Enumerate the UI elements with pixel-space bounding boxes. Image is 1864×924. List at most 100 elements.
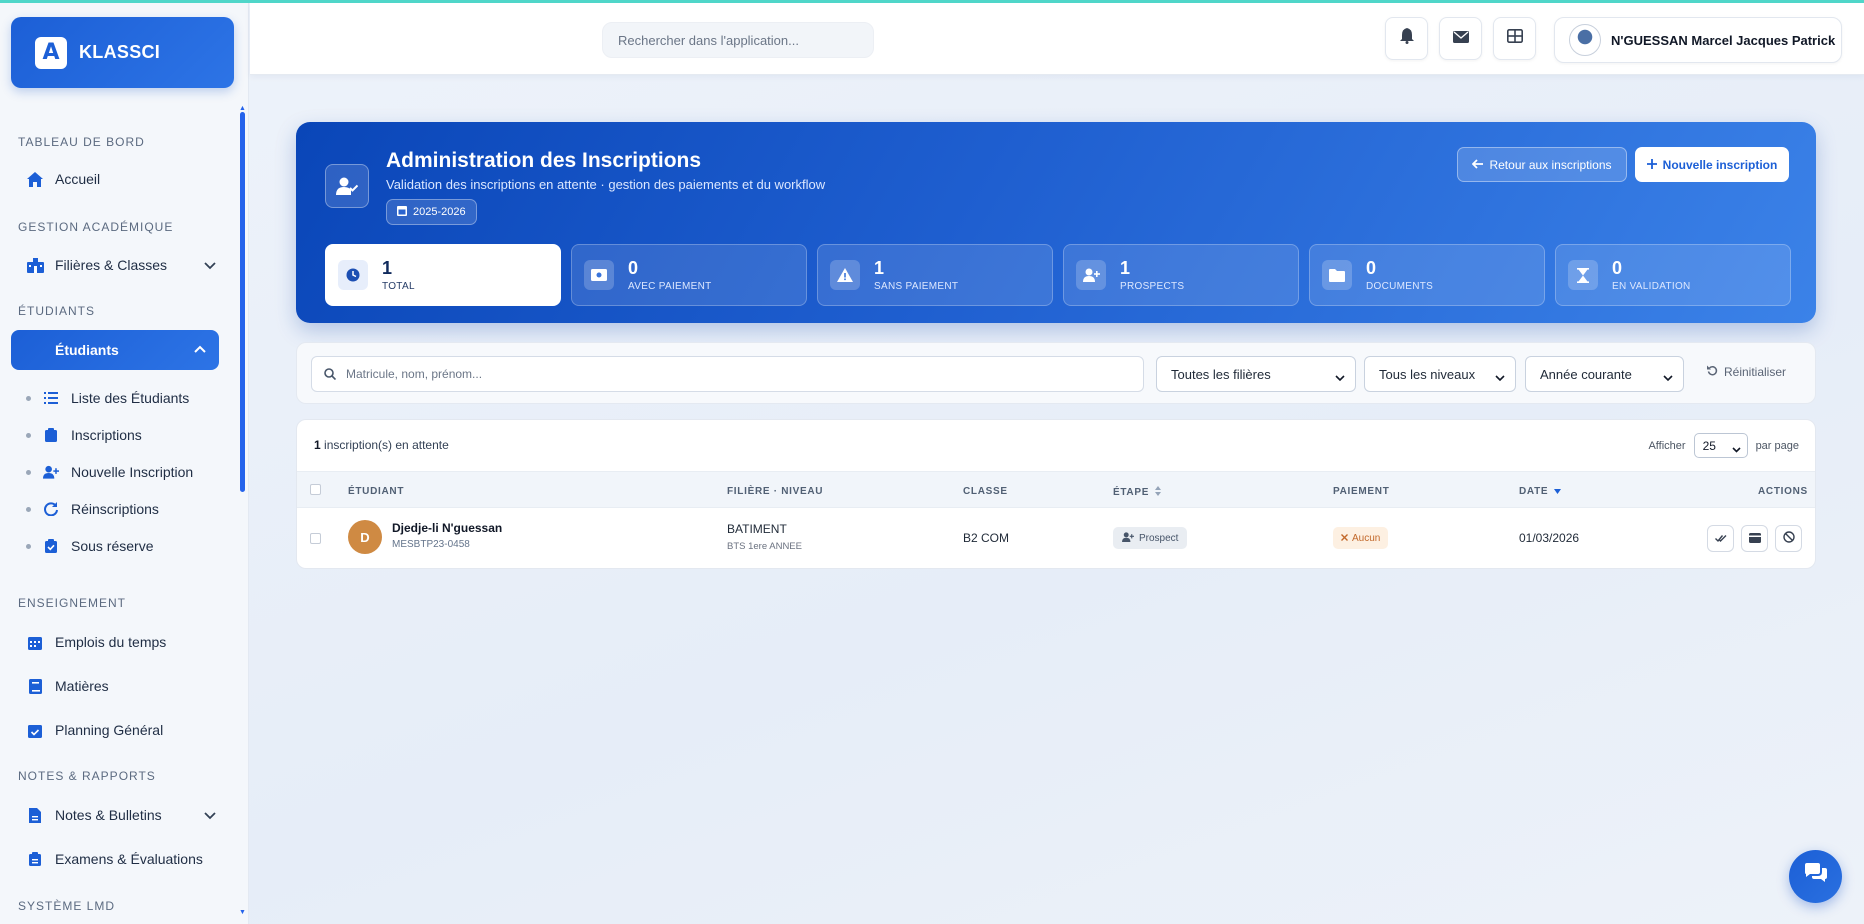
grid-icon: [1506, 29, 1523, 48]
sidebar-subitem-inscriptions[interactable]: Inscriptions: [26, 427, 142, 443]
filters-bar: Matricule, nom, prénom... Toutes les fil…: [296, 342, 1816, 404]
sidebar-subitem-label: Inscriptions: [71, 427, 142, 443]
stat-label: AVEC PAIEMENT: [628, 280, 712, 292]
sidebar-item-examens[interactable]: Examens & Évaluations: [26, 850, 216, 868]
back-button-label: Retour aux inscriptions: [1489, 157, 1612, 172]
stat-card-en-validation[interactable]: 0 EN VALIDATION: [1555, 244, 1791, 306]
etape-badge: Prospect: [1113, 527, 1188, 549]
niveau-select[interactable]: Tous les niveaux: [1364, 356, 1516, 392]
wallet-icon: [1748, 530, 1761, 548]
chevron-down-icon: [1335, 370, 1345, 385]
sidebar-item-label: Emplois du temps: [55, 634, 167, 650]
student-matricule: MESBTP23-0458: [392, 539, 470, 550]
sidebar-scrollbar[interactable]: [240, 112, 245, 492]
sidebar: A KLASSCI ▲ ▼ TABLEAU DE BORD Accueil GE…: [0, 0, 249, 924]
sidebar-item-emplois[interactable]: Emplois du temps: [26, 633, 216, 651]
x-icon: [1341, 533, 1348, 544]
reset-filters-button[interactable]: Réinitialiser: [1707, 365, 1786, 379]
student-name[interactable]: Djedje-li N'guessan: [392, 521, 502, 535]
top-header: Rechercher dans l'application... N'GUESS…: [250, 3, 1864, 75]
sidebar-subitem-liste[interactable]: Liste des Étudiants: [26, 390, 189, 406]
student-classe: B2 COM: [963, 531, 1010, 545]
row-checkbox[interactable]: [310, 533, 321, 544]
chat-button[interactable]: [1789, 850, 1842, 903]
arrow-left-icon: [1472, 158, 1484, 172]
annee-select[interactable]: Année courante: [1525, 356, 1684, 392]
stat-label: EN VALIDATION: [1612, 280, 1691, 292]
sort-desc-icon: [1554, 486, 1562, 497]
folder-icon: [1322, 260, 1352, 290]
section-title-academic: GESTION ACADÉMIQUE: [18, 220, 174, 234]
stat-card-documents[interactable]: 0 DOCUMENTS: [1309, 244, 1545, 306]
warning-icon: [830, 260, 860, 290]
global-search-input[interactable]: Rechercher dans l'application...: [602, 22, 874, 58]
table-header: ÉTUDIANT FILIÈRE · NIVEAU CLASSE ÉTAPE P…: [297, 471, 1815, 508]
sidebar-item-notes[interactable]: Notes & Bulletins: [26, 806, 216, 824]
section-title-notes: NOTES & RAPPORTS: [18, 769, 156, 783]
bullet-dot: [26, 469, 31, 475]
column-date[interactable]: DATE: [1519, 486, 1562, 497]
bullet-dot: [26, 506, 31, 512]
sidebar-subitem-nouvelle[interactable]: Nouvelle Inscription: [26, 464, 193, 480]
apps-grid-button[interactable]: [1493, 17, 1536, 60]
sidebar-item-planning[interactable]: Planning Général: [26, 721, 216, 739]
sidebar-item-etudiants[interactable]: Étudiants: [11, 330, 219, 370]
sidebar-item-label: Étudiants: [55, 342, 119, 358]
select-all-checkbox[interactable]: [310, 484, 321, 495]
annee-select-value: Année courante: [1540, 366, 1632, 382]
student-niveau: BTS 1ere ANNEE: [727, 541, 802, 552]
stat-card-prospects[interactable]: 1 PROSPECTS: [1063, 244, 1299, 306]
new-inscription-button[interactable]: Nouvelle inscription: [1635, 147, 1789, 182]
sidebar-item-label: Filières & Classes: [55, 257, 168, 273]
notifications-button[interactable]: [1385, 17, 1428, 60]
sidebar-subitem-sous-reserve[interactable]: Sous réserve: [26, 538, 153, 554]
user-check-icon: [325, 164, 369, 208]
column-date-label: DATE: [1519, 486, 1549, 497]
book-icon: [26, 677, 44, 695]
stat-card-avec-paiement[interactable]: 0 AVEC PAIEMENT: [571, 244, 807, 306]
column-etudiant: ÉTUDIANT: [348, 486, 405, 497]
table-row[interactable]: D Djedje-li N'guessan MESBTP23-0458 BATI…: [297, 508, 1815, 568]
brand-name: KLASSCI: [79, 42, 161, 62]
sidebar-item-matieres[interactable]: Matières: [26, 677, 216, 695]
payment-button[interactable]: [1741, 525, 1768, 552]
per-page-value: 25: [1702, 438, 1716, 453]
etape-label: Prospect: [1139, 532, 1179, 544]
sidebar-scroll-down-icon[interactable]: ▼: [239, 909, 246, 916]
student-search-input[interactable]: Matricule, nom, prénom...: [311, 356, 1144, 392]
per-page-prefix: Afficher: [1648, 439, 1686, 452]
user-plus-icon: [43, 464, 59, 480]
sidebar-subitem-reinscriptions[interactable]: Réinscriptions: [26, 501, 159, 517]
search-icon: [324, 368, 336, 380]
sidebar-item-label: Examens & Évaluations: [55, 851, 203, 867]
messages-button[interactable]: [1439, 17, 1482, 60]
inscription-date: 01/03/2026: [1519, 531, 1580, 545]
academic-year-badge: 2025-2026: [386, 199, 477, 225]
pending-count-text: inscription(s) en attente: [324, 438, 449, 452]
user-profile-button[interactable]: N'GUESSAN Marcel Jacques Patrick: [1554, 17, 1842, 63]
payment-status-label: Aucun: [1352, 532, 1381, 544]
stat-card-total[interactable]: 1 TOTAL: [325, 244, 561, 306]
sidebar-item-home[interactable]: Accueil: [26, 170, 216, 188]
column-etape[interactable]: ÉTAPE: [1113, 486, 1162, 499]
money-icon: [584, 260, 614, 290]
filiere-select[interactable]: Toutes les filières: [1156, 356, 1356, 392]
undo-icon: [1707, 365, 1718, 379]
stat-value: 0: [628, 257, 639, 278]
section-title-lmd: SYSTÈME LMD: [18, 899, 116, 913]
brand-logo-block[interactable]: A KLASSCI: [11, 17, 234, 88]
chat-bubbles-icon: [1803, 863, 1829, 890]
ban-icon: [1782, 530, 1795, 548]
search-placeholder: Matricule, nom, prénom...: [346, 367, 483, 381]
sidebar-item-filieres[interactable]: Filières & Classes: [26, 256, 216, 274]
pending-count: 1 inscription(s) en attente: [314, 438, 449, 452]
sidebar-subitem-label: Réinscriptions: [71, 501, 159, 517]
back-to-inscriptions-button[interactable]: Retour aux inscriptions: [1457, 147, 1627, 182]
validate-button[interactable]: [1707, 525, 1734, 552]
reject-button[interactable]: [1775, 525, 1802, 552]
page-title: Administration des Inscriptions: [386, 149, 702, 172]
stat-card-sans-paiement[interactable]: 1 SANS PAIEMENT: [817, 244, 1053, 306]
reset-label: Réinitialiser: [1724, 365, 1787, 379]
stat-value: 1: [874, 257, 885, 278]
per-page-select[interactable]: 25: [1693, 433, 1748, 458]
